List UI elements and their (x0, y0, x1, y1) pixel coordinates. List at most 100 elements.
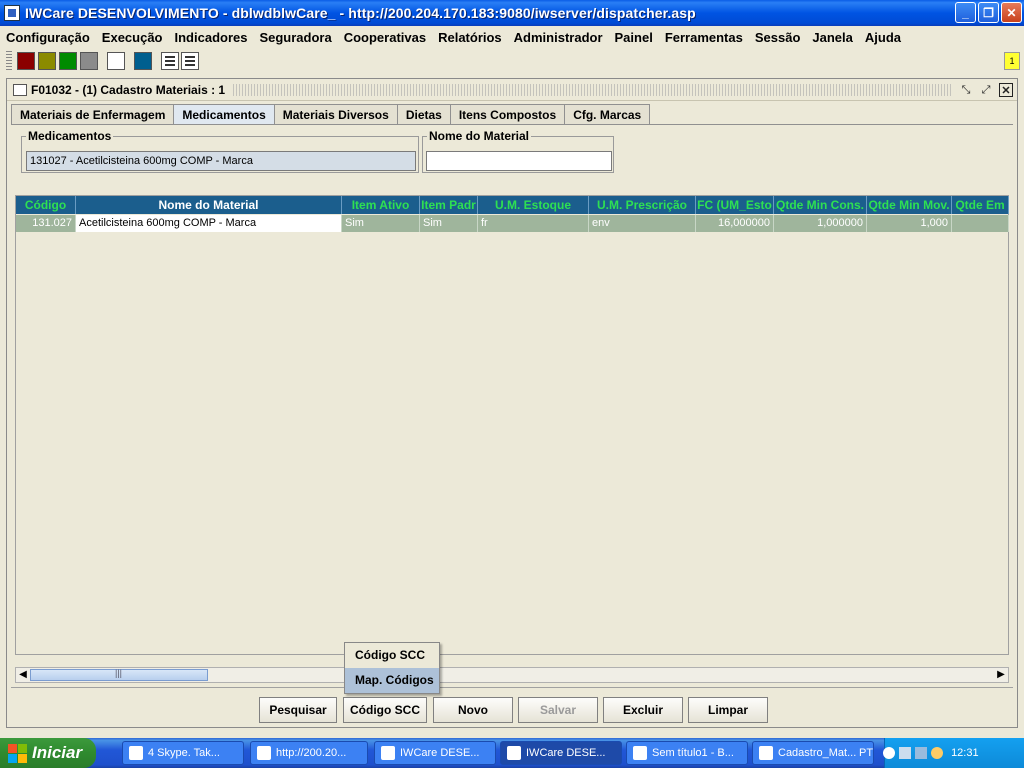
maximize-button[interactable]: ❐ (978, 2, 999, 23)
menu-administrador[interactable]: Administrador (514, 30, 603, 45)
window-titlebar[interactable]: IWCare DESENVOLVIMENTO - dblwdblwCare_ -… (0, 0, 1024, 26)
menu-seguradora[interactable]: Seguradora (259, 30, 331, 45)
cell-item-padrao[interactable]: Sim (420, 215, 478, 232)
cadastro-materiais-frame: F01032 - (1) Cadastro Materiais : 1 ⤡ ⤢ … (6, 78, 1018, 728)
action-bar: Pesquisar Código SCC Novo Salvar Excluir… (11, 687, 1013, 723)
salvar-button[interactable]: Salvar (518, 697, 598, 723)
menu-ferramentas[interactable]: Ferramentas (665, 30, 743, 45)
scroll-thumb[interactable] (30, 668, 208, 681)
menu-execucao[interactable]: Execução (102, 30, 163, 45)
task-skype[interactable]: 4 Skype. Tak... (122, 741, 244, 765)
tab-dietas[interactable]: Dietas (396, 104, 451, 124)
cell-qtde-min-cons[interactable]: 1,000000 (774, 215, 867, 232)
pesquisar-button[interactable]: Pesquisar (259, 697, 337, 723)
codigo-scc-popup-menu: Código SCC Map. Códigos (344, 642, 440, 694)
popup-item-codigo-scc[interactable]: Código SCC (345, 643, 439, 668)
frame-icon (13, 83, 27, 96)
cell-qtde-em[interactable] (952, 215, 1009, 232)
language-indicator[interactable]: PT (859, 747, 873, 759)
task-paint[interactable]: Sem título1 - B... (626, 741, 748, 765)
menu-janela[interactable]: Janela (812, 30, 852, 45)
task-iwcare-1[interactable]: IWCare DESE... (374, 741, 496, 765)
cell-qtde-min-mov[interactable]: 1,000 (867, 215, 952, 232)
cell-um-estoque[interactable]: fr (478, 215, 589, 232)
col-qtde-min-cons[interactable]: Qtde Min Cons. (774, 196, 867, 214)
notification-badge[interactable]: 1 (1004, 52, 1020, 70)
display-icon[interactable] (915, 747, 928, 759)
tree-view-icon[interactable] (161, 52, 179, 70)
menu-configuracao[interactable]: Configuração (6, 30, 90, 45)
cell-fc-um-estoque[interactable]: 16,000000 (696, 215, 774, 232)
tab-medicamentos[interactable]: Medicamentos (173, 104, 275, 125)
toolbar (0, 48, 1024, 74)
col-nome-material[interactable]: Nome do Material (76, 196, 342, 214)
popup-item-map-codigos[interactable]: Map. Códigos (345, 668, 439, 693)
menu-cooperativas[interactable]: Cooperativas (344, 30, 426, 45)
color-swatch-gray[interactable] (80, 52, 98, 70)
windows-icon[interactable] (181, 52, 199, 70)
security-icon[interactable] (931, 747, 944, 759)
iwcare-icon (381, 746, 395, 760)
menu-indicadores[interactable]: Indicadores (175, 30, 248, 45)
frame-close-icon[interactable]: ✕ (999, 82, 1013, 97)
clock[interactable]: 12:31 (951, 747, 979, 759)
col-qtde-em[interactable]: Qtde Em (952, 196, 1009, 214)
task-iwcare-2[interactable]: IWCare DESE... (500, 741, 622, 765)
medicamentos-field: 131027 - Acetilcisteina 600mg COMP - Mar… (26, 151, 416, 171)
color-swatch-white[interactable] (107, 52, 125, 70)
window-controls: _ ❐ ✕ (955, 2, 1022, 23)
start-button[interactable]: Iniciar (0, 738, 96, 768)
scroll-left-icon[interactable]: ◀ (16, 668, 30, 682)
frame-minimize-icon[interactable]: ⤡ (959, 83, 973, 97)
taskbar: Iniciar 4 Skype. Tak... http://200.20...… (0, 738, 1024, 768)
col-item-padrao[interactable]: Item Padr (420, 196, 478, 214)
menu-relatorios[interactable]: Relatórios (438, 30, 502, 45)
paint-icon (633, 746, 647, 760)
limpar-button[interactable]: Limpar (688, 697, 768, 723)
codigo-scc-button[interactable]: Código SCC (343, 697, 427, 723)
medicamentos-label: Medicamentos (28, 129, 112, 143)
novo-button[interactable]: Novo (433, 697, 513, 723)
cell-codigo[interactable]: 131.027 (16, 215, 76, 232)
menu-painel[interactable]: Painel (615, 30, 653, 45)
table-row[interactable]: 131.027 Acetilcisteina 600mg COMP - Marc… (16, 215, 1009, 232)
col-um-estoque[interactable]: U.M. Estoque (478, 196, 589, 214)
tab-materiais-diversos[interactable]: Materiais Diversos (273, 104, 398, 124)
skype-icon (129, 746, 143, 760)
col-item-ativo[interactable]: Item Ativo (342, 196, 420, 214)
task-cadastro[interactable]: Cadastro_Mat... (752, 741, 874, 765)
excluir-button[interactable]: Excluir (603, 697, 683, 723)
minimize-button[interactable]: _ (955, 2, 976, 23)
tray-expand-icon[interactable] (883, 747, 896, 759)
toolbar-grip[interactable] (6, 51, 12, 71)
filter-panel: Medicamentos 131027 - Acetilcisteina 600… (11, 124, 1013, 179)
tab-materiais-enfermagem[interactable]: Materiais de Enfermagem (11, 104, 175, 124)
network-icon[interactable] (899, 747, 912, 759)
menu-ajuda[interactable]: Ajuda (865, 30, 901, 45)
tab-itens-compostos[interactable]: Itens Compostos (449, 104, 566, 124)
cell-nome-material[interactable]: Acetilcisteina 600mg COMP - Marca (76, 215, 342, 232)
col-um-prescricao[interactable]: U.M. Prescrição (589, 196, 696, 214)
materials-grid: Código Nome do Material Item Ativo Item … (15, 195, 1009, 655)
color-swatch-blue[interactable] (134, 52, 152, 70)
frame-titlebar[interactable]: F01032 - (1) Cadastro Materiais : 1 ⤡ ⤢ … (7, 79, 1017, 101)
col-codigo[interactable]: Código (16, 196, 76, 214)
horizontal-scrollbar[interactable]: ◀ ▶ (15, 667, 1009, 683)
color-swatch-green[interactable] (59, 52, 77, 70)
app-icon (4, 5, 20, 21)
color-swatch-darkred[interactable] (17, 52, 35, 70)
color-swatch-olive[interactable] (38, 52, 56, 70)
windows-logo-icon (8, 744, 27, 763)
menu-sessao[interactable]: Sessão (755, 30, 801, 45)
nome-material-input[interactable] (426, 151, 612, 171)
col-qtde-min-mov[interactable]: Qtde Min Mov. (867, 196, 952, 214)
col-fc-um-estoque[interactable]: FC (UM_Esto (696, 196, 774, 214)
task-browser[interactable]: http://200.20... (250, 741, 368, 765)
scroll-right-icon[interactable]: ▶ (994, 668, 1008, 682)
close-button[interactable]: ✕ (1001, 2, 1022, 23)
frame-maximize-icon[interactable]: ⤢ (979, 83, 993, 97)
frame-controls: ⤡ ⤢ ✕ (959, 82, 1013, 97)
cell-um-prescricao[interactable]: env (589, 215, 696, 232)
tab-cfg-marcas[interactable]: Cfg. Marcas (564, 104, 651, 124)
cell-item-ativo[interactable]: Sim (342, 215, 420, 232)
